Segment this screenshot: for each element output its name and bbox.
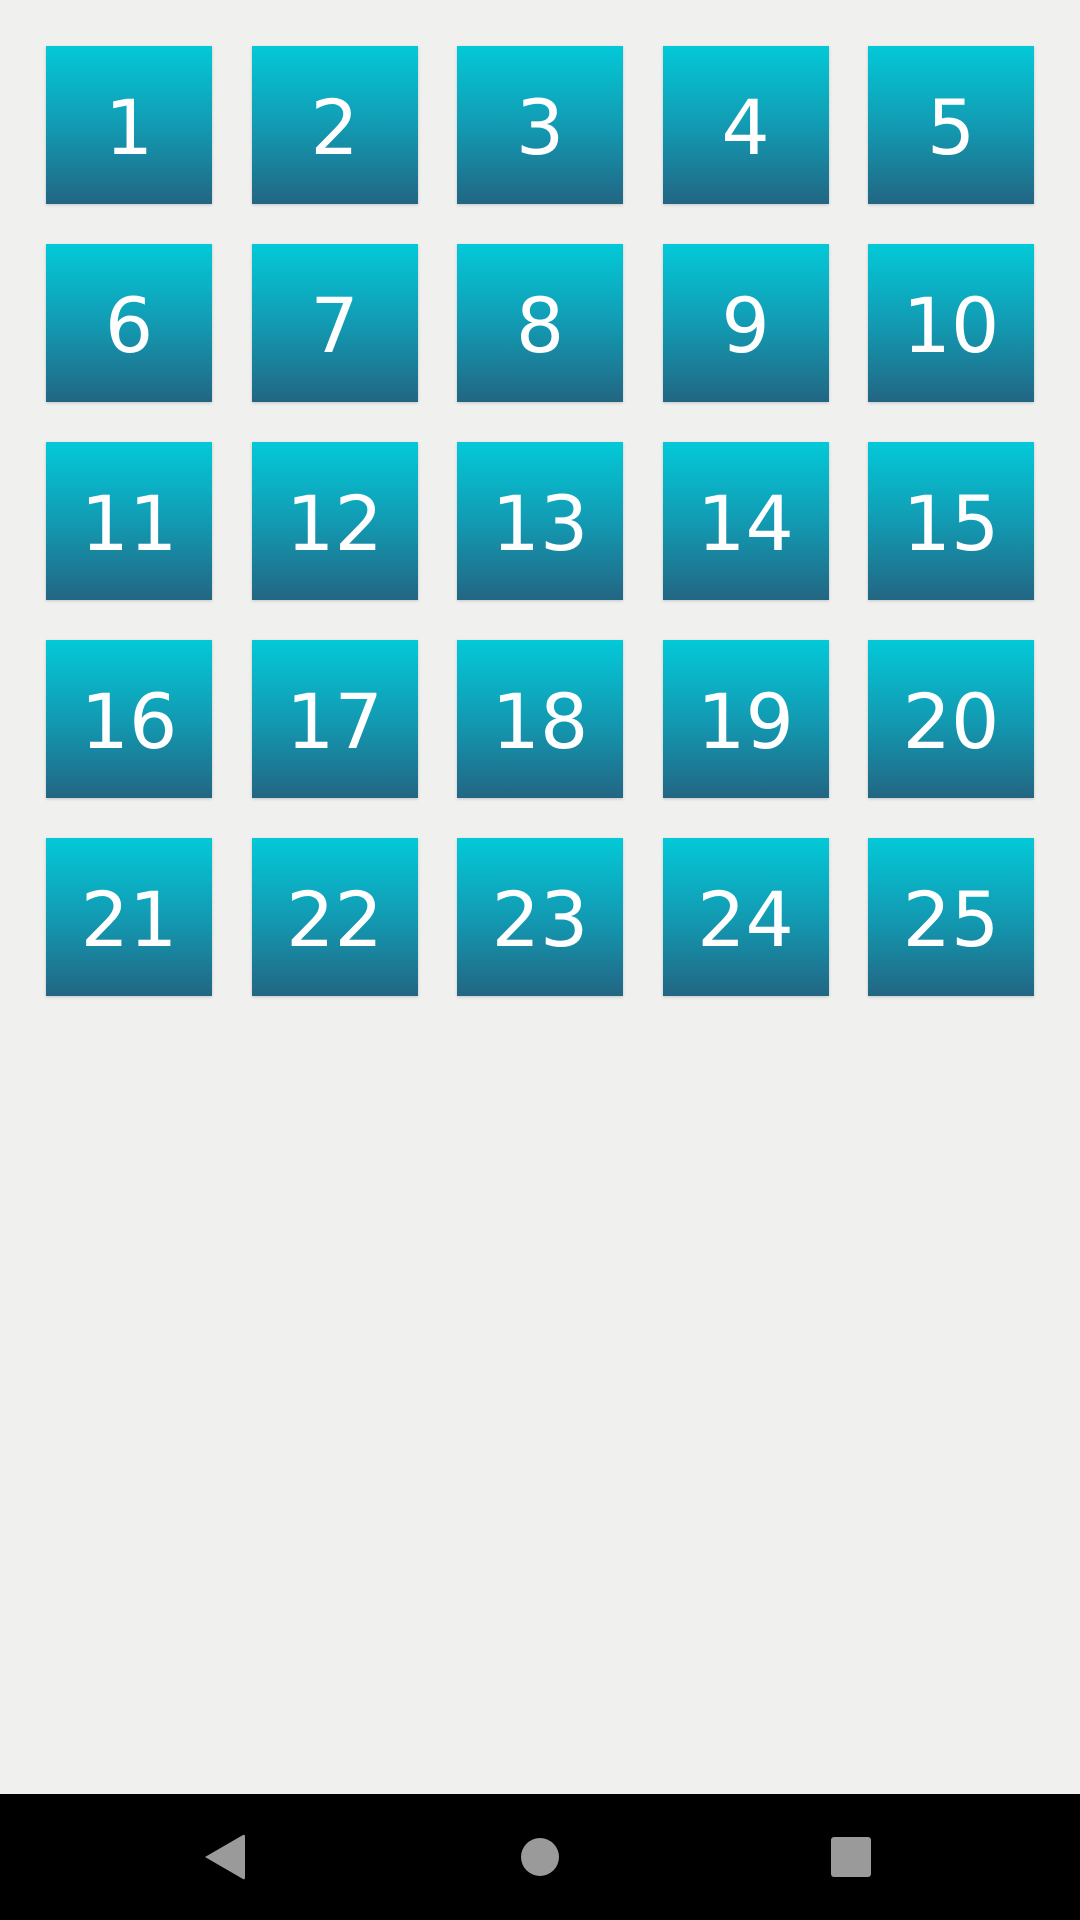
- level-tile[interactable]: 20: [868, 640, 1034, 798]
- back-button[interactable]: [193, 1825, 257, 1889]
- level-tile[interactable]: 24: [662, 838, 829, 996]
- recents-button[interactable]: [819, 1825, 883, 1889]
- level-tile[interactable]: 6: [46, 244, 212, 402]
- level-tile[interactable]: 19: [662, 640, 829, 798]
- level-number-label: 2: [310, 83, 359, 172]
- level-number-label: 11: [80, 479, 178, 568]
- level-tile[interactable]: 12: [251, 442, 418, 600]
- level-number-label: 19: [697, 677, 794, 766]
- level-tile[interactable]: 1: [46, 46, 212, 204]
- level-number-label: 18: [491, 677, 589, 766]
- level-grid: 1 2 3 4 5 6 7 8 9 10 11 12 13 14 15 16 17 18 19 20 21 22 23 24 2…: [46, 46, 1034, 996]
- level-tile[interactable]: 13: [457, 442, 623, 600]
- level-number-label: 8: [515, 281, 565, 370]
- level-tile[interactable]: 2: [251, 46, 418, 204]
- level-tile[interactable]: 23: [457, 838, 623, 996]
- back-triangle-icon: [205, 1834, 245, 1880]
- level-select-screen: 1 2 3 4 5 6 7 8 9 10 11 12 13 14 15 16 17 18 19 20 21 22 23 24 2…: [0, 0, 1080, 1920]
- recents-square-icon: [831, 1837, 871, 1877]
- level-tile[interactable]: 22: [251, 838, 418, 996]
- level-number-label: 22: [286, 875, 383, 964]
- level-number-label: 20: [902, 677, 1000, 766]
- level-tile[interactable]: 25: [868, 838, 1034, 996]
- home-button[interactable]: [508, 1825, 572, 1889]
- level-tile[interactable]: 15: [868, 442, 1034, 600]
- level-tile[interactable]: 18: [457, 640, 623, 798]
- level-number-label: 16: [80, 677, 178, 766]
- level-tile[interactable]: 10: [868, 244, 1034, 402]
- level-number-label: 1: [104, 83, 154, 172]
- level-number-label: 4: [721, 83, 770, 172]
- level-number-label: 9: [721, 281, 770, 370]
- level-tile[interactable]: 14: [662, 442, 829, 600]
- level-number-label: 6: [104, 281, 154, 370]
- level-tile[interactable]: 3: [457, 46, 623, 204]
- level-number-label: 23: [491, 875, 589, 964]
- level-number-label: 24: [697, 875, 794, 964]
- level-number-label: 15: [902, 479, 1000, 568]
- level-number-label: 10: [902, 281, 1000, 370]
- level-tile[interactable]: 17: [251, 640, 418, 798]
- level-number-label: 5: [926, 83, 976, 172]
- level-tile[interactable]: 21: [46, 838, 212, 996]
- level-number-label: 3: [515, 83, 565, 172]
- level-number-label: 12: [286, 479, 383, 568]
- level-tile[interactable]: 16: [46, 640, 212, 798]
- level-tile[interactable]: 5: [868, 46, 1034, 204]
- level-tile[interactable]: 7: [251, 244, 418, 402]
- level-number-label: 17: [286, 677, 383, 766]
- level-number-label: 7: [310, 281, 359, 370]
- level-number-label: 25: [902, 875, 1000, 964]
- level-number-label: 14: [697, 479, 794, 568]
- level-number-label: 13: [491, 479, 589, 568]
- level-tile[interactable]: 11: [46, 442, 212, 600]
- level-tile[interactable]: 9: [662, 244, 829, 402]
- home-circle-icon: [521, 1838, 559, 1876]
- level-number-label: 21: [80, 875, 178, 964]
- level-tile[interactable]: 4: [662, 46, 829, 204]
- level-tile[interactable]: 8: [457, 244, 623, 402]
- system-navigation-bar: [0, 1794, 1080, 1920]
